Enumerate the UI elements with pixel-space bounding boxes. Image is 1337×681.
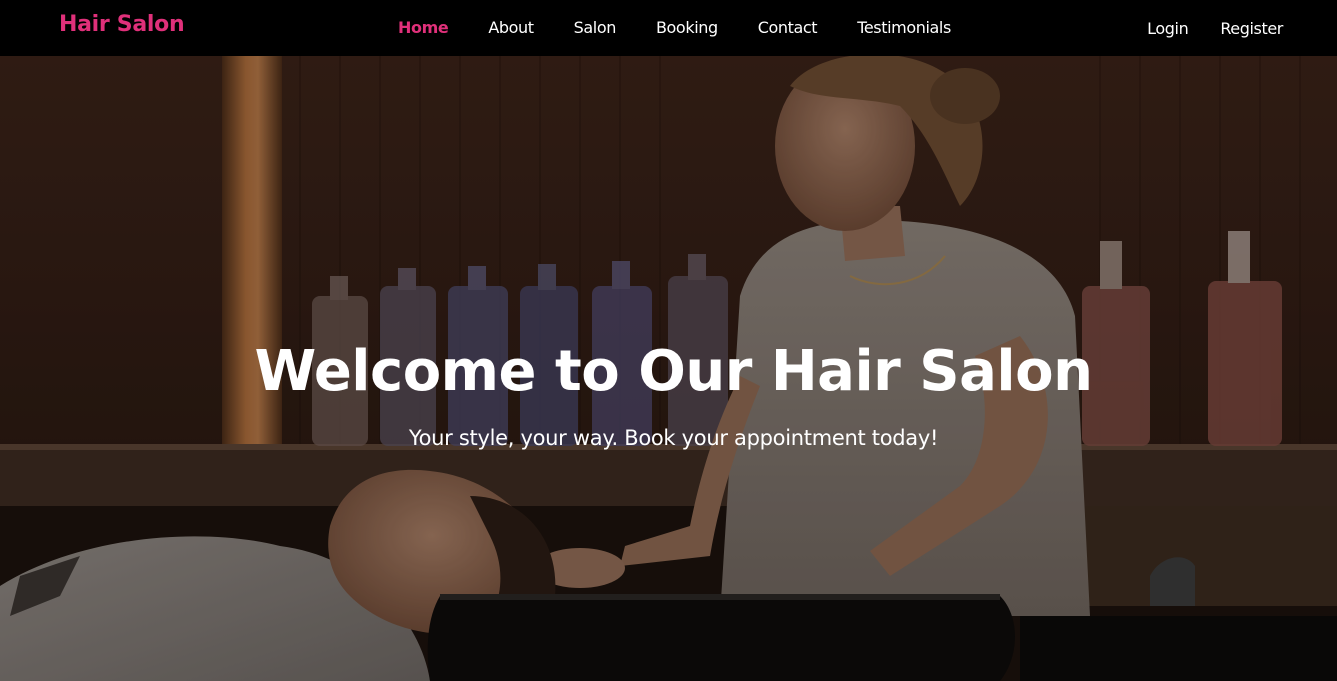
- login-link[interactable]: Login: [1147, 19, 1189, 38]
- nav-link-home[interactable]: Home: [398, 18, 449, 37]
- main-nav: Home About Salon Booking Contact Testimo…: [398, 0, 951, 56]
- nav-item-contact: Contact: [758, 18, 818, 38]
- register-link[interactable]: Register: [1220, 19, 1283, 38]
- nav-item-home: Home: [398, 18, 449, 38]
- nav-link-testimonials[interactable]: Testimonials: [857, 18, 951, 37]
- nav-link-salon[interactable]: Salon: [574, 18, 617, 37]
- hero-content: Welcome to Our Hair Salon Your style, yo…: [0, 336, 1337, 450]
- nav-link-contact[interactable]: Contact: [758, 18, 818, 37]
- nav-item-about: About: [488, 18, 534, 38]
- top-navbar: Hair Salon Home About Salon Booking Cont…: [0, 0, 1337, 56]
- nav-item-testimonials: Testimonials: [857, 18, 951, 38]
- nav-item-salon: Salon: [574, 18, 617, 38]
- nav-link-about[interactable]: About: [488, 18, 534, 37]
- nav-link-booking[interactable]: Booking: [656, 18, 718, 37]
- hero-subtitle: Your style, your way. Book your appointm…: [408, 426, 939, 450]
- hero-section: Welcome to Our Hair Salon Your style, yo…: [0, 56, 1337, 681]
- brand-logo-link[interactable]: Hair Salon: [59, 12, 185, 37]
- nav-item-booking: Booking: [656, 18, 718, 38]
- hero-title: Welcome to Our Hair Salon: [254, 339, 1093, 404]
- auth-links: Login Register: [1147, 0, 1283, 56]
